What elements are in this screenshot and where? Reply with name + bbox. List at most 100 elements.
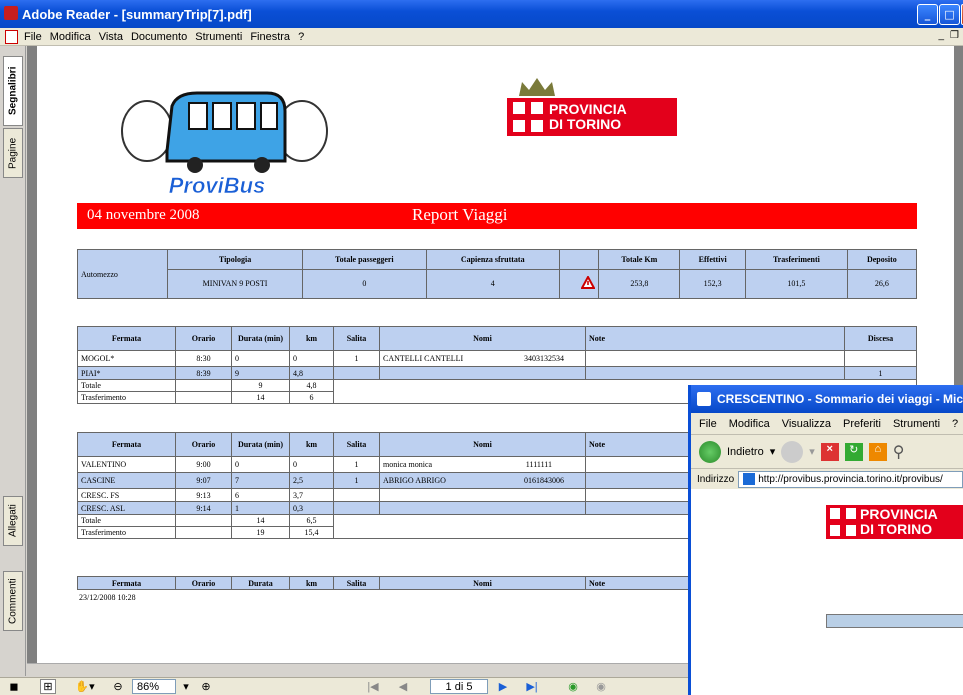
forward-arrow-icon[interactable] [781, 440, 804, 463]
cell-nomi [379, 366, 586, 380]
passenger-phone: 0161843006 [524, 476, 564, 485]
col-header: Orario [175, 432, 232, 457]
cell-durata: 1 [231, 501, 290, 515]
menu-strumenti[interactable]: Strumenti [195, 31, 242, 43]
zoom-dropdown-icon[interactable]: ▾ [180, 679, 192, 694]
passenger-phone: 1111111 [525, 460, 552, 469]
ie-page-icon [743, 473, 756, 485]
previous-page-icon[interactable]: ◀ [395, 679, 411, 694]
summary-header: Totale passeggeri [302, 249, 427, 270]
search-icon[interactable]: ⚲ [893, 442, 905, 462]
cell-nomi: CANTELLI CANTELLI 3403132534 [379, 350, 586, 367]
tab-attachments[interactable]: Allegati [3, 496, 23, 546]
col-header: Fermata [77, 326, 176, 351]
tab-pages[interactable]: Pagine [3, 128, 23, 178]
ie-menu-file[interactable]: File [699, 418, 717, 430]
doc-minimize-button[interactable]: _ [938, 30, 944, 41]
cell-salita [333, 488, 380, 502]
passenger-phone: 3403132534 [524, 354, 564, 363]
transfer-durata: 14 [231, 391, 290, 404]
cell-note [585, 366, 845, 380]
passenger-name: CANTELLI CANTELLI [383, 354, 464, 363]
ie-navigation-bar: Indietro ▾ ▾ × ↻ ⌂ ⚲ [691, 435, 963, 469]
cell-durata: 0 [231, 350, 290, 367]
ie-app-icon [697, 392, 711, 406]
last-page-icon[interactable]: ▶| [522, 679, 542, 694]
menu-file[interactable]: File [24, 31, 42, 43]
provibus-logo-text: ProviBus [169, 173, 266, 196]
navigation-panel-tabs: Segnalibri Pagine Allegati Commenti [0, 46, 26, 676]
zoom-in-icon[interactable]: ⊕ [198, 679, 214, 694]
back-button[interactable]: Indietro [727, 446, 764, 458]
go-forward-view-icon[interactable]: ◉ [593, 679, 609, 694]
ie-menu-bar: File Modifica Visualizza Preferiti Strum… [691, 413, 963, 435]
menu-bar: File Modifica Vista Documento Strumenti … [0, 28, 963, 46]
ie-menu-help[interactable]: ? [952, 418, 958, 430]
hand-tool-icon[interactable]: ✋▾ [70, 679, 100, 694]
stop-icon[interactable]: × [820, 442, 839, 461]
menu-vista[interactable]: Vista [99, 31, 123, 43]
total-label: Totale [77, 379, 176, 392]
back-dropdown-icon[interactable]: ▾ [770, 445, 776, 458]
back-arrow-icon[interactable] [699, 440, 721, 463]
col-header: Discesa [844, 326, 917, 351]
ie-menu-visualizza[interactable]: Visualizza [782, 418, 831, 430]
minimize-button[interactable]: _ [917, 4, 938, 25]
col-header: km [289, 326, 334, 351]
table-row: PIAI* 8:39 9 4,8 1 [77, 366, 917, 380]
doc-restore-button[interactable]: ❐ [950, 30, 959, 41]
ie-menu-preferiti[interactable]: Preferiti [843, 418, 881, 430]
tab-comments[interactable]: Commenti [3, 571, 23, 631]
cell-km: 2,5 [289, 472, 334, 489]
cell-nomi [379, 501, 586, 515]
ie-menu-modifica[interactable]: Modifica [729, 418, 770, 430]
summary-header: Tipologia [166, 249, 304, 270]
cell-fermata: CRESC. FS [77, 488, 176, 502]
ie-address-bar: Indirizzo http://provibus.provincia.tori… [691, 469, 963, 489]
forward-dropdown-icon[interactable]: ▾ [809, 445, 815, 458]
menu-modifica[interactable]: Modifica [50, 31, 91, 43]
cell-salita: 1 [333, 456, 380, 473]
go-back-view-icon[interactable]: ◉ [565, 679, 581, 694]
summary-header: Effettivi [679, 249, 747, 270]
cell-durata: 0 [231, 456, 290, 473]
menu-finestra[interactable]: Finestra [250, 31, 290, 43]
summary-value: 101,5 [745, 268, 848, 300]
ie-provincia-line2: DI TORINO [860, 521, 933, 537]
warning-icon [580, 275, 597, 290]
zoom-out-icon[interactable]: ⊖ [110, 679, 126, 694]
ie-page-content: PROVINCIA DI TORINO [691, 489, 963, 689]
select-tool-icon[interactable]: ⊞ [40, 679, 56, 694]
total-durata: 14 [231, 514, 290, 527]
total-durata: 9 [231, 379, 290, 392]
first-page-icon[interactable]: |◀ [365, 679, 381, 694]
cell-fermata: CRESC. ASL [77, 501, 176, 515]
refresh-icon[interactable]: ↻ [844, 442, 863, 461]
col-header: km [289, 576, 334, 590]
address-label: Indirizzo [697, 473, 735, 485]
col-header: Durata (min) [231, 326, 290, 351]
zoom-input[interactable]: 86% [132, 679, 176, 694]
menu-help[interactable]: ? [298, 31, 304, 43]
ie-menu-strumenti[interactable]: Strumenti [893, 418, 940, 430]
summary-value: 4 [425, 268, 560, 300]
cell-durata: 6 [231, 488, 290, 502]
home-icon[interactable]: ⌂ [868, 442, 887, 461]
col-header: Nomi [379, 576, 586, 590]
address-input[interactable]: http://provibus.provincia.torino.it/prov… [738, 470, 963, 488]
col-header: Note [585, 326, 845, 351]
page-layout-icon[interactable]: ◼ [6, 679, 22, 694]
internet-explorer-window[interactable]: CRESCENTINO - Sommario dei viaggi - Micr… [688, 385, 963, 695]
summary-value: 0 [302, 268, 427, 300]
summary-header: Totale Km [598, 249, 681, 270]
col-header: Orario [175, 326, 232, 351]
next-page-icon[interactable]: ▶ [495, 679, 511, 694]
cell-note [585, 350, 845, 367]
page-number-input[interactable]: 1 di 5 [430, 679, 488, 694]
cell-orario: 9:14 [175, 501, 232, 515]
menu-documento[interactable]: Documento [131, 31, 187, 43]
maximize-button[interactable]: □ [939, 4, 960, 25]
cell-km: 0,3 [289, 501, 334, 515]
tab-bookmarks[interactable]: Segnalibri [3, 56, 23, 126]
total-km: 4,8 [289, 379, 334, 392]
